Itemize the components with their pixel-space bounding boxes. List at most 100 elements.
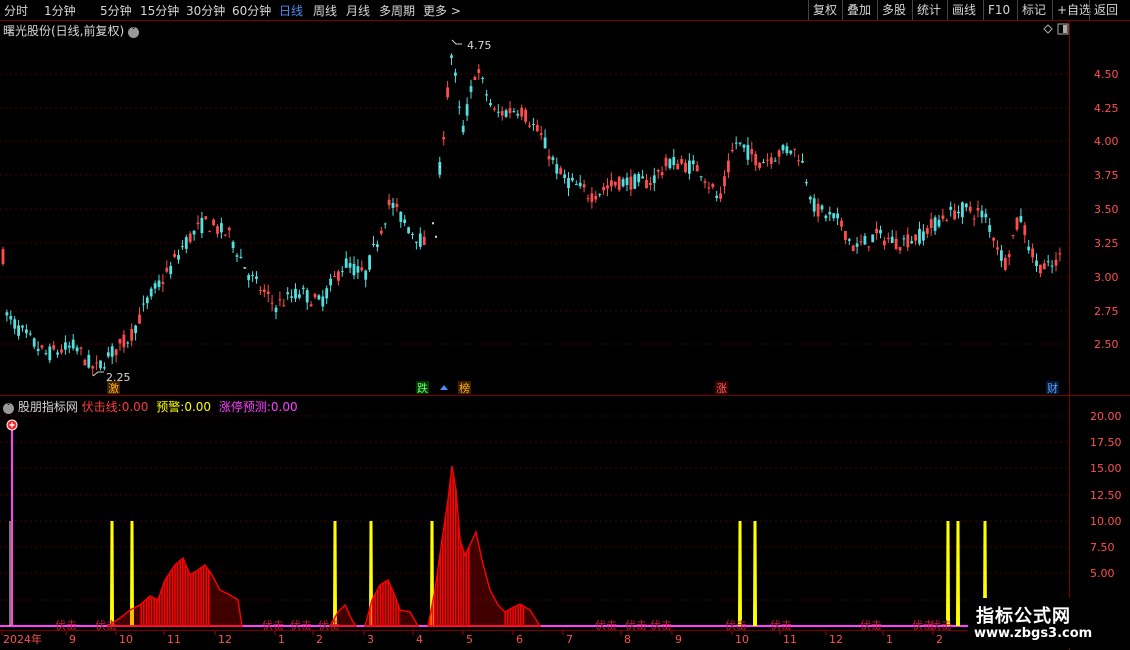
candle-body bbox=[964, 203, 968, 208]
candle-body bbox=[411, 233, 414, 235]
y-tick-label: 2.75 bbox=[1094, 305, 1119, 318]
candle-body bbox=[730, 149, 734, 152]
candle-body bbox=[64, 342, 67, 350]
multi-stock-button[interactable]: 多股 bbox=[877, 0, 910, 20]
candle-body bbox=[294, 288, 297, 299]
diamond-icon bbox=[1043, 24, 1053, 34]
draw-line-button[interactable]: 画线 bbox=[947, 0, 980, 20]
candle-body bbox=[130, 329, 134, 341]
candle-body bbox=[262, 289, 266, 293]
ambush-tag: 伏击 bbox=[318, 618, 340, 632]
candle-body bbox=[395, 203, 399, 207]
candle-body bbox=[610, 180, 613, 187]
candle-body bbox=[387, 199, 391, 206]
candle-body bbox=[114, 349, 118, 356]
back-button[interactable]: 返回 bbox=[1089, 0, 1122, 20]
indicator-series: 伏击 伏击 伏击 伏击 伏击 伏击 伏击 伏击 伏击 伏击 伏击 伏击伏击 bbox=[0, 419, 1069, 632]
fuquan-button[interactable]: 复权 bbox=[808, 0, 841, 20]
candle-body bbox=[473, 76, 477, 80]
candle-body bbox=[67, 345, 71, 348]
period-tab-15min[interactable]: 15分钟 bbox=[140, 2, 179, 19]
ambush-tag: 伏击 bbox=[290, 618, 312, 632]
x-axis: 2024年 9 10 11 12 1 2 3 4 5 6 7 8 9 10 11 12 1 2 bbox=[1, 631, 943, 646]
f10-button[interactable]: F10 bbox=[983, 0, 1014, 20]
candle-body bbox=[867, 246, 871, 248]
chevron-down-icon[interactable]: ˅ bbox=[128, 27, 140, 38]
period-tab-5min[interactable]: 5分钟 bbox=[100, 2, 132, 19]
indicator-gridlines bbox=[0, 415, 1069, 601]
x-tick-label: 2024年 bbox=[3, 632, 42, 646]
stock-title[interactable]: 曙光股份(日线,前复权) bbox=[3, 24, 124, 38]
period-tab-1min[interactable]: 1分钟 bbox=[44, 2, 76, 19]
candle-body bbox=[922, 231, 925, 241]
period-tab-weekly[interactable]: 周线 bbox=[313, 2, 337, 19]
period-tab-daily[interactable]: 日线 bbox=[279, 2, 303, 19]
candle-body bbox=[1035, 260, 1038, 267]
candle-body bbox=[598, 193, 602, 195]
ambush-tag: 伏击 bbox=[55, 618, 77, 632]
candle-body bbox=[516, 113, 520, 116]
indicator-title-row: ˅ 股朋指标网 伏击线:0.00 预警:0.00 涨停预测:0.00 bbox=[3, 398, 298, 415]
ambush-tag: 伏击 bbox=[930, 618, 952, 632]
period-tab-more[interactable]: 更多 > bbox=[423, 2, 461, 19]
candle-body bbox=[898, 247, 902, 251]
warning-bar bbox=[946, 521, 950, 626]
indicator-line3-label: 涨停预测: bbox=[218, 400, 271, 414]
candle-body bbox=[446, 87, 449, 98]
mark-button[interactable]: 标记 bbox=[1017, 0, 1050, 20]
candle-body bbox=[543, 137, 547, 149]
candle-body bbox=[773, 160, 777, 162]
period-tab-30min[interactable]: 30分钟 bbox=[186, 2, 225, 19]
candle-body bbox=[547, 155, 551, 160]
candle-body bbox=[727, 160, 730, 173]
candle-body bbox=[707, 187, 711, 189]
overlay-button[interactable]: 叠加 bbox=[842, 0, 875, 20]
candle-body bbox=[933, 217, 937, 231]
candle-body bbox=[321, 296, 325, 307]
candle-body bbox=[368, 255, 371, 270]
candle-body bbox=[103, 367, 106, 369]
period-tab-multi[interactable]: 多周期 bbox=[379, 2, 415, 19]
candle-body bbox=[317, 295, 321, 300]
candle-body bbox=[403, 219, 407, 223]
period-tab-fenshi[interactable]: 分时 bbox=[4, 2, 28, 19]
candle-body bbox=[637, 174, 641, 183]
candle-body bbox=[906, 234, 910, 248]
y-tick-label: 3.50 bbox=[1094, 203, 1119, 216]
candle-body bbox=[25, 329, 28, 334]
candle-body bbox=[559, 168, 563, 175]
candle-body bbox=[925, 228, 929, 234]
candle-body bbox=[680, 159, 683, 164]
candle-body bbox=[500, 110, 504, 116]
period-tab-60min[interactable]: 60分钟 bbox=[232, 2, 271, 19]
candle-body bbox=[192, 230, 196, 235]
candle-body bbox=[777, 150, 781, 157]
candle-body bbox=[703, 181, 707, 183]
watermark: 指标公式网 www.zbgs3.com bbox=[968, 598, 1126, 648]
candle-body bbox=[142, 303, 145, 305]
candle-body bbox=[169, 265, 173, 275]
candle-body bbox=[734, 142, 738, 144]
candle-body bbox=[812, 198, 816, 212]
candle-body bbox=[769, 157, 773, 164]
period-tab-monthly[interactable]: 月线 bbox=[346, 2, 370, 19]
candle-body bbox=[801, 160, 804, 163]
x-tick-label: 10 bbox=[735, 633, 749, 646]
y-tick-label: 4.00 bbox=[1094, 135, 1119, 148]
candle-body bbox=[625, 177, 629, 185]
chevron-down-icon[interactable]: ˅ bbox=[3, 403, 14, 414]
ind-tick-label: 15.00 bbox=[1090, 462, 1122, 475]
candle-body bbox=[808, 196, 812, 200]
candle-body bbox=[56, 352, 59, 355]
candle-body bbox=[902, 238, 906, 240]
y-tick-label: 2.50 bbox=[1094, 338, 1119, 351]
stats-button[interactable]: 统计 bbox=[912, 0, 945, 20]
candle-body bbox=[216, 226, 219, 234]
candle-body bbox=[563, 174, 566, 178]
candle-body bbox=[44, 353, 48, 355]
chart-frame bbox=[0, 20, 1130, 650]
candle-body bbox=[40, 345, 44, 348]
indicator-name[interactable]: 股朋指标网 bbox=[18, 400, 78, 414]
candle-body bbox=[836, 213, 839, 219]
candle-body bbox=[9, 316, 13, 320]
